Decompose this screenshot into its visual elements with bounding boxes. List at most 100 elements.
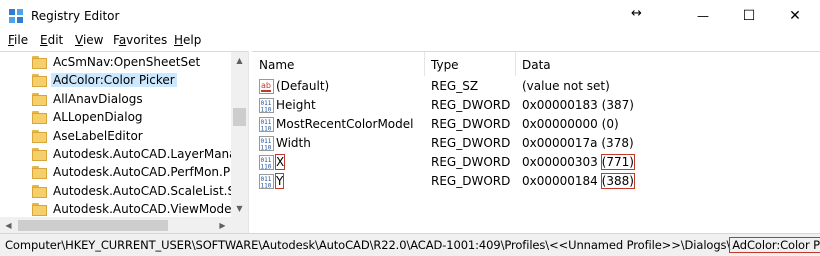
registry-editor-app-icon [9,9,23,23]
tree-horizontal-scrollbar[interactable]: ◀ ▶ [0,217,231,234]
svg-text:110: 110 [261,126,272,133]
folder-icon [32,56,47,69]
value-type: REG_DWORD [431,117,511,131]
value-data: 0x0000017a (378) [522,136,634,150]
value-type: REG_SZ [431,79,479,93]
registry-path-selected-key: AdColor:Color Picker [729,237,820,253]
menu-view[interactable]: View [75,33,103,47]
maximize-icon: ☐ [742,8,756,24]
menu-help[interactable]: Help [174,33,201,47]
registry-path[interactable]: Computer\HKEY_CURRENT_USER\SOFTWARE\Auto… [5,237,820,253]
folder-icon [32,74,47,88]
value-data: 0x00000303 (771) [522,154,635,170]
status-bar: Computer\HKEY_CURRENT_USER\SOFTWARE\Auto… [0,233,820,256]
values-pane[interactable]: Name Type Data ab (Default) REG_SZ (value n… [252,51,820,234]
value-row[interactable]: ab (Default) REG_SZ (value not set) [252,77,820,96]
binary-value-icon: 011110 [259,136,274,151]
close-button[interactable]: ✕ [772,0,818,32]
folder-icon [32,111,47,125]
value-name: (Default) [276,79,330,93]
menu-file[interactable]: File [8,33,28,47]
value-data: 0x00000184 (388) [522,173,635,189]
column-header-data[interactable]: Data [522,58,551,72]
value-row[interactable]: 011 110 Width REG_DWORD 0x0000017a (378) [252,134,820,153]
menu-bar: File Edit View Favorites Help [0,32,820,50]
value-name: MostRecentColorModel [276,117,414,131]
registry-path-prefix: Computer\HKEY_CURRENT_USER\SOFTWARE\Auto… [5,238,731,252]
menu-favorites[interactable]: Favorites [113,33,167,47]
svg-text:110: 110 [261,164,272,171]
folder-icon [32,166,47,180]
value-data-hex: 0x00000303 [522,155,598,169]
value-data: 0x00000000 (0) [522,117,619,131]
value-data: (value not set) [522,79,610,93]
menu-edit[interactable]: Edit [40,33,63,47]
tree-item-label: ALLopenDialog [53,110,143,125]
svg-text:110: 110 [261,107,272,114]
value-data-decimal: (387) [601,98,634,112]
tree-item-label: AcSmNav:OpenSheetSet [53,55,201,69]
value-row[interactable]: 011 110 MostRecentColorModel REG_DWORD 0x000… [252,115,820,134]
value-data-hex: 0x00000183 [522,98,598,112]
binary-value-icon: 011110 [259,155,274,170]
svg-text:110: 110 [261,183,272,190]
value-row[interactable]: 011 110 Height REG_DWORD 0x00000183 (387) [252,96,820,115]
resize-cursor-icon: ↔ [631,6,642,21]
value-data-hex: 0x00000000 [522,117,598,131]
tree-vertical-scrollbar[interactable]: ▲ ▼ [231,52,248,217]
value-name: Width [276,136,311,150]
scroll-up-icon[interactable]: ▲ [231,52,248,69]
value-type: REG_DWORD [431,136,511,150]
tree-item-label: AllAnavDialogs [53,91,143,106]
close-icon: ✕ [789,8,801,24]
value-type: REG_DWORD [431,155,511,169]
binary-value-icon: 011110 [259,174,274,189]
tree-item-label: AdColor:Color Picker [51,73,177,88]
scroll-right-icon[interactable]: ▶ [214,217,231,234]
value-name: X [274,154,286,170]
value-data: 0x00000183 (387) [522,98,634,112]
title-bar[interactable]: Registry Editor ↔ — ☐ ✕ [0,0,820,32]
scroll-down-icon[interactable]: ▼ [231,200,248,217]
value-type: REG_DWORD [431,174,511,188]
folder-icon [32,92,47,106]
column-header-name[interactable]: Name [259,58,294,72]
value-data-hex: 0x0000017a [522,136,598,150]
folder-icon [32,203,47,217]
value-data-decimal: (388) [600,173,635,189]
value-data-decimal: (771) [600,154,635,170]
string-value-icon: ab [259,79,274,94]
scrollbar-corner [231,217,248,234]
svg-text:ab: ab [261,81,271,90]
value-row[interactable]: 011 110 X REG_DWORD 0x00000303 (771) [252,153,820,172]
tree-item-label: Autodesk.AutoCAD.LayerManage [53,147,248,161]
scroll-left-icon[interactable]: ◀ [0,217,17,234]
minimize-button[interactable]: — [680,0,726,32]
column-header-type[interactable]: Type [431,58,459,72]
tree-item-label: AseLabelEditor [53,128,143,143]
binary-value-icon: 011110 [259,98,274,113]
folder-icon [32,148,47,161]
column-divider[interactable] [424,52,425,76]
folder-icon [32,129,47,143]
minimize-icon: — [697,9,709,23]
registry-editor-window: Registry Editor ↔ — ☐ ✕ File Edit View F… [0,0,820,256]
value-data-decimal: (0) [601,117,619,131]
tree-horizontal-scroll-thumb[interactable] [18,220,168,231]
key-tree-pane[interactable]: AcSmNav:OpenSheetSet AdColor:Color Picker… [0,51,248,234]
folder-icon [32,184,47,198]
column-divider[interactable] [515,52,516,76]
tree-item-label: Autodesk.AutoCAD.ViewModel.Sy [53,202,248,217]
maximize-button[interactable]: ☐ [726,0,772,32]
svg-text:110: 110 [261,145,272,152]
binary-value-icon: 011110 [259,117,274,132]
window-title: Registry Editor [31,9,120,23]
value-row[interactable]: 011 110 Y REG_DWORD 0x00000184 (388) [252,172,820,191]
value-name: Height [276,98,316,112]
tree-item-label: Autodesk.AutoCAD.ScaleList.Scale [53,183,248,198]
tree-vertical-scroll-thumb[interactable] [233,108,246,126]
value-data-text: (value not set) [522,79,610,93]
value-type: REG_DWORD [431,98,511,112]
tree-item-label: Autodesk.AutoCAD.PerfMon.PmS [53,165,248,180]
value-name: Y [274,173,285,189]
